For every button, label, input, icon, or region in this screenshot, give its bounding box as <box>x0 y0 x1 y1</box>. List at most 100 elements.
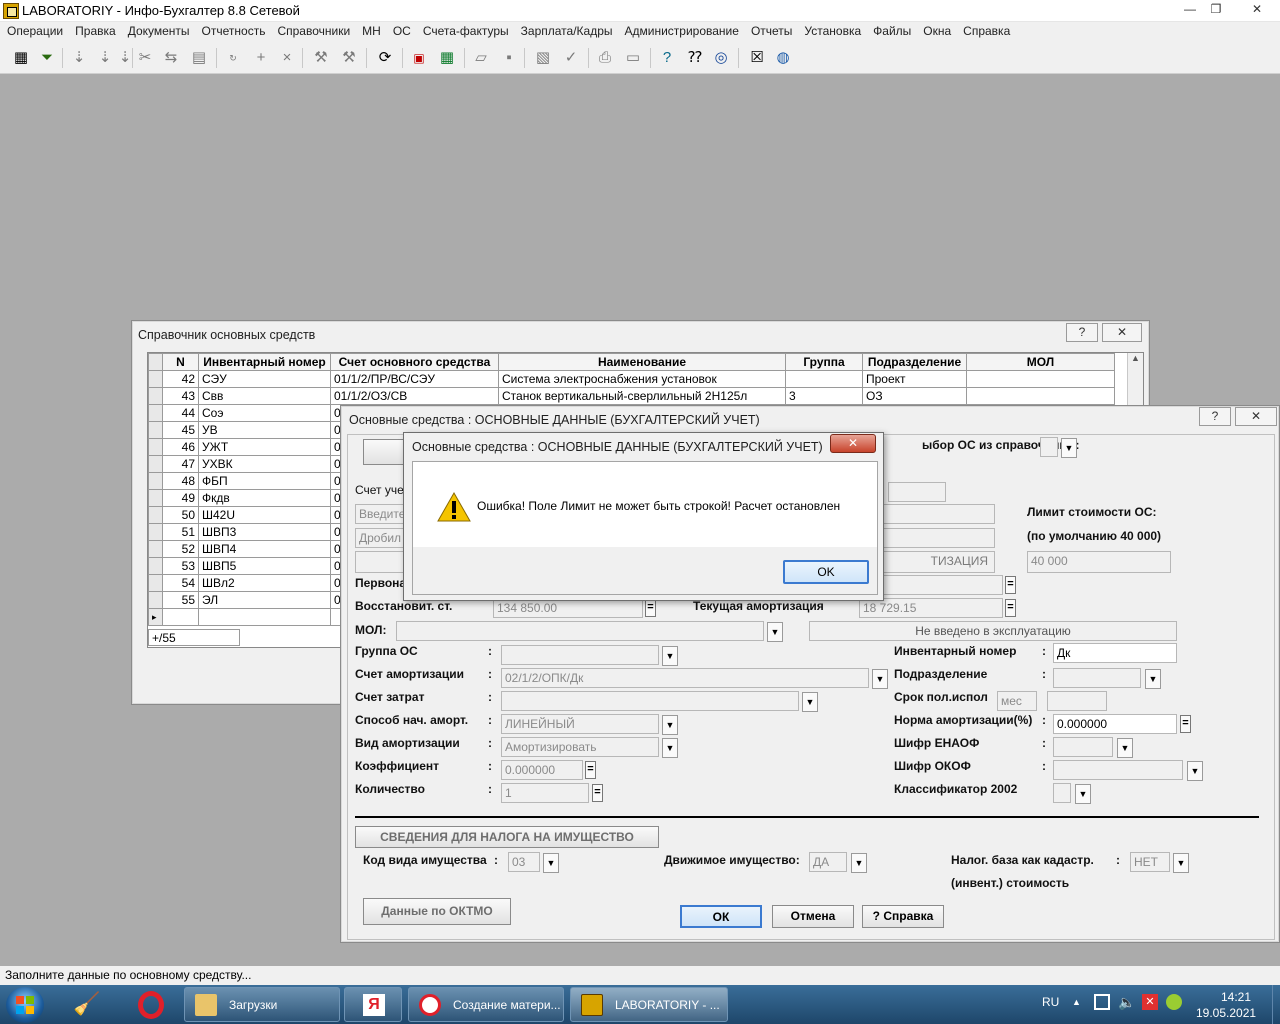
row-selector[interactable] <box>148 489 163 507</box>
table-cell-empty[interactable] <box>162 608 199 626</box>
help-icon[interactable]: ? <box>656 47 678 69</box>
table-cell-inv[interactable]: ЭЛ <box>198 591 331 609</box>
form-help-button[interactable]: ? <box>1199 407 1231 426</box>
cadastral-field[interactable]: НЕТ <box>1130 852 1170 872</box>
table-cell-n[interactable]: 46 <box>162 438 199 456</box>
error-ok-button[interactable]: OK <box>783 560 869 584</box>
table-cell-inv[interactable]: Ш42U <box>198 506 331 524</box>
enaof-field[interactable] <box>1053 737 1113 757</box>
table-cell-n[interactable]: 52 <box>162 540 199 558</box>
row-selector[interactable] <box>148 387 163 405</box>
row-selector[interactable] <box>148 438 163 456</box>
row-selector[interactable] <box>148 574 163 592</box>
table-cell-n[interactable]: 50 <box>162 506 199 524</box>
table-cell-n[interactable]: 54 <box>162 574 199 592</box>
table-grid-icon[interactable]: ▦ <box>10 47 32 69</box>
col-n[interactable]: N <box>162 353 199 371</box>
classifier-dropdown[interactable]: ▼ <box>1075 784 1091 804</box>
ccleaner-icon[interactable]: 🧹 <box>72 991 102 1019</box>
menu-documents[interactable]: Документы <box>123 22 197 42</box>
close-window-icon[interactable]: ☒ <box>746 47 768 69</box>
oktmo-button[interactable]: Данные по ОКТМО <box>363 898 511 925</box>
table-cell-inv[interactable]: ШВл2 <box>198 574 331 592</box>
table-cell-n[interactable]: 43 <box>162 387 199 405</box>
clock-time[interactable]: 14:21 <box>1208 990 1264 1004</box>
error-dialog-close-button[interactable]: ✕ <box>830 434 876 453</box>
start-button[interactable] <box>6 987 44 1023</box>
current-amort-field[interactable]: 18 729.15 <box>859 598 1003 618</box>
cost-account-dropdown[interactable]: ▼ <box>802 692 818 712</box>
table-cell-inv[interactable]: Свв <box>198 387 331 405</box>
menu-directories[interactable]: Справочники <box>272 22 357 42</box>
table-cell-acct[interactable]: 01/1/2/ПР/ВС/СЭУ <box>330 370 499 388</box>
table-cell-inv[interactable]: ФБП <box>198 472 331 490</box>
cost-account-field[interactable] <box>501 691 799 711</box>
department-dropdown[interactable]: ▼ <box>1145 669 1161 689</box>
initial-cost-calc[interactable]: = <box>1005 576 1016 594</box>
table-cell-acct[interactable]: 01/1/2/ОЗ/СВ <box>330 387 499 405</box>
menu-files[interactable]: Файлы <box>868 22 918 42</box>
useful-life-field[interactable] <box>1047 691 1107 711</box>
page-icon[interactable]: ▭ <box>622 47 644 69</box>
row-selector[interactable] <box>148 557 163 575</box>
row-selector[interactable] <box>148 591 163 609</box>
taskbar-item-downloads[interactable]: Загрузки <box>184 987 340 1022</box>
tool-icon[interactable]: ⚒ <box>310 47 332 69</box>
group-field[interactable] <box>501 645 659 665</box>
method-field[interactable]: ЛИНЕЙНЫЙ <box>501 714 659 734</box>
table-cell-dept[interactable]: ОЗ <box>862 387 967 405</box>
table-cell-name[interactable]: Система электроснабжения установок <box>498 370 786 388</box>
table-cell-mol[interactable] <box>966 387 1115 405</box>
method-dropdown[interactable]: ▼ <box>662 715 678 735</box>
globe-icon[interactable]: ◍ <box>772 47 794 69</box>
cancel-button[interactable]: Отмена <box>772 905 854 928</box>
group-dropdown[interactable]: ▼ <box>662 646 678 666</box>
sort-down-icon[interactable]: ⇣ <box>68 47 90 69</box>
table-cell-inv[interactable]: ШВП5 <box>198 557 331 575</box>
opera-icon[interactable] <box>130 989 174 1021</box>
ok-button[interactable]: ОК <box>680 905 762 928</box>
okof-field[interactable] <box>1053 760 1183 780</box>
clipboard-icon[interactable]: ▤ <box>188 47 210 69</box>
property-tax-section[interactable]: СВЕДЕНИЯ ДЛЯ НАЛОГА НА ИМУЩЕСТВО <box>355 826 659 848</box>
row-selector[interactable] <box>148 370 163 388</box>
table-cell-mol[interactable] <box>966 370 1115 388</box>
table-cell-inv[interactable]: УХВК <box>198 455 331 473</box>
current-amort-calc[interactable]: = <box>1005 599 1016 617</box>
amort-type-field[interactable]: Амортизировать <box>501 737 659 757</box>
col-name[interactable]: Наименование <box>498 353 786 371</box>
table-cell-inv[interactable]: УВ <box>198 421 331 439</box>
row-selector[interactable] <box>148 472 163 490</box>
col-account[interactable]: Счет основного средства <box>330 353 499 371</box>
directory-close-button[interactable]: ✕ <box>1102 323 1142 342</box>
menu-mn[interactable]: МН <box>357 22 388 42</box>
paste-icon[interactable]: ⇆ <box>160 47 182 69</box>
coefficient-field[interactable]: 0.000000 <box>501 760 583 780</box>
table-cell-inv[interactable]: Фкдв <box>198 489 331 507</box>
table-cell-n[interactable]: 49 <box>162 489 199 507</box>
calculator-icon[interactable]: ▦ <box>436 47 458 69</box>
table-cell-n[interactable]: 42 <box>162 370 199 388</box>
coefficient-calc[interactable]: = <box>585 761 596 779</box>
table-cell-n[interactable]: 51 <box>162 523 199 541</box>
rotate-icon[interactable]: ↻ <box>222 47 244 69</box>
delete-icon[interactable]: × <box>276 47 298 69</box>
classifier-field[interactable] <box>1053 783 1071 803</box>
filter-icon[interactable]: ⏷ <box>36 47 58 69</box>
taskbar-item-laboratoriy[interactable]: LABORATORIY - ... <box>570 987 728 1022</box>
menu-os[interactable]: ОС <box>388 22 418 42</box>
movable-field[interactable]: ДА <box>809 852 847 872</box>
menu-settings[interactable]: Установка <box>799 22 868 42</box>
col-department[interactable]: Подразделение <box>862 353 967 371</box>
limit-field[interactable]: 40 000 <box>1027 551 1171 573</box>
directory-help-button[interactable]: ? <box>1066 323 1098 342</box>
scroll-up-icon[interactable]: ▲ <box>1128 353 1143 363</box>
table-cell-n[interactable]: 55 <box>162 591 199 609</box>
menu-reporting[interactable]: Отчетность <box>197 22 273 42</box>
volume-icon[interactable]: 🔈 <box>1118 994 1135 1011</box>
taskbar-item-create-material[interactable]: Создание матери... <box>408 987 564 1022</box>
select-from-directory-field[interactable] <box>1040 437 1058 457</box>
row-selector[interactable] <box>148 404 163 422</box>
table-cell-name[interactable]: Станок вертикальный-сверлильный 2Н125л <box>498 387 786 405</box>
quantity-calc[interactable]: = <box>592 784 603 802</box>
